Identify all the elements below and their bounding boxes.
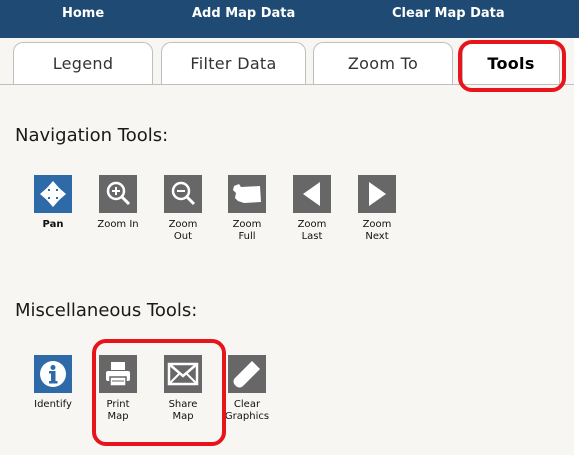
- nav-clear-map-data-link[interactable]: Clear Map Data: [392, 0, 505, 28]
- zoom-last-label-2: Last: [301, 231, 323, 242]
- clear-graphics-label-2: Graphics: [224, 411, 270, 422]
- clear-graphics-button[interactable]: [228, 355, 266, 393]
- pan-arrows-icon: [40, 181, 66, 207]
- zoom-last-button[interactable]: [293, 175, 331, 213]
- pan-button[interactable]: [34, 175, 72, 213]
- zoom-full-button[interactable]: [228, 175, 266, 213]
- identify-button[interactable]: [34, 355, 72, 393]
- zoom-out-label-2: Out: [173, 231, 193, 242]
- identify-label: Identify: [34, 399, 72, 410]
- tab-zoom-to[interactable]: Zoom To: [313, 42, 453, 85]
- pan-label: Pan: [42, 219, 64, 230]
- zoom-full-label-1: Zoom: [232, 219, 262, 230]
- zoom-next-label-2: Next: [365, 231, 389, 242]
- zoom-in-button[interactable]: [99, 175, 137, 213]
- nav-add-map-data-link[interactable]: Add Map Data: [192, 0, 295, 28]
- print-share-highlight: [92, 339, 226, 446]
- tab-filter-data[interactable]: Filter Data: [161, 42, 306, 85]
- miscellaneous-tools-heading: Miscellaneous Tools:: [15, 300, 198, 321]
- zoom-full-state-icon: [233, 184, 261, 203]
- zoom-last-label-1: Zoom: [297, 219, 327, 230]
- tools-tab-highlight: [458, 40, 566, 92]
- zoom-out-button[interactable]: [164, 175, 202, 213]
- info-icon: [40, 361, 66, 387]
- zoom-in-label: Zoom In: [97, 219, 139, 230]
- navigation-tools-heading: Navigation Tools:: [15, 125, 169, 146]
- zoom-next-button[interactable]: [358, 175, 396, 213]
- zoom-in-icon: [106, 181, 131, 206]
- arrow-right-icon: [369, 182, 386, 206]
- zoom-out-label-1: Zoom: [168, 219, 198, 230]
- top-nav-bar: Home Add Map Data Clear Map Data: [0, 0, 579, 28]
- zoom-full-label-2: Full: [238, 231, 256, 242]
- eraser-icon: [233, 361, 260, 388]
- clear-graphics-label-1: Clear: [233, 399, 261, 410]
- zoom-out-icon: [171, 181, 196, 206]
- nav-home-link[interactable]: Home: [62, 0, 104, 28]
- tab-legend[interactable]: Legend: [13, 42, 153, 85]
- arrow-left-icon: [303, 182, 320, 206]
- zoom-next-label-1: Zoom: [362, 219, 392, 230]
- tab-strip-background: [0, 28, 579, 38]
